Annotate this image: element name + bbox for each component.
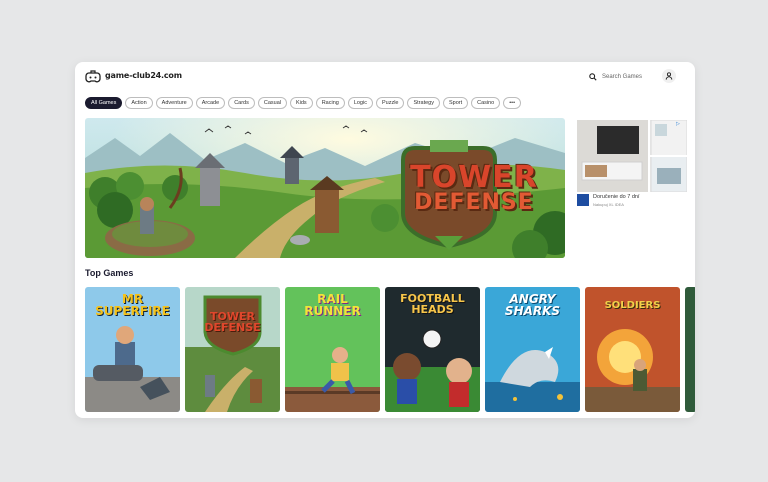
site-header: game-club24.com Search Games	[75, 62, 695, 92]
ad-subtitle: Nakupuj XL IDEA	[593, 202, 624, 207]
game-title: MR SUPERFIRE	[95, 292, 170, 318]
chip-action[interactable]: Action	[125, 97, 153, 109]
site-name[interactable]: game-club24.com	[105, 71, 182, 80]
game-tile-mr-superfire[interactable]: MR SUPERFIRE	[85, 287, 180, 412]
hero-title-line2: DEFENSE	[414, 190, 534, 215]
ad-furniture-image	[577, 120, 687, 192]
game-tile-tower-defense[interactable]: TOWER DEFENSE	[185, 287, 280, 412]
game-tile-rail-runner[interactable]: RAIL RUNNER	[285, 287, 380, 412]
game-title: SOLDIERS	[604, 300, 661, 311]
chip-strategy[interactable]: Strategy	[407, 97, 440, 109]
browser-window: game-club24.com Search Games All Games A…	[75, 62, 695, 418]
chip-arcade[interactable]: Arcade	[195, 97, 226, 109]
top-games-heading: Top Games	[85, 268, 134, 278]
chip-casual[interactable]: Casual	[257, 97, 287, 109]
game-tile-football-heads[interactable]: FOOTBALL HEADS	[385, 287, 480, 412]
game-title: TOWER DEFENSE	[204, 310, 261, 334]
game-title: FOOTBALL HEADS	[400, 292, 465, 316]
advertiser-logo	[577, 194, 589, 206]
top-games-list: MR SUPERFIRE TOWER DEFENSE RAIL RUNNER F…	[85, 287, 695, 412]
game-tile-angry-sharks[interactable]: ANGRY SHARKS	[485, 287, 580, 412]
category-chips: All Games Action Adventure Arcade Cards …	[85, 97, 522, 109]
game-title: ANGRY SHARKS	[504, 292, 561, 318]
user-account-button[interactable]	[662, 69, 676, 83]
chip-cards[interactable]: Cards	[228, 97, 255, 109]
tower-defense-tile-artwork	[185, 287, 280, 412]
more-categories-button[interactable]: •••	[503, 97, 522, 109]
chip-adventure[interactable]: Adventure	[155, 97, 193, 109]
ad-choices-icon[interactable]: ▷	[676, 121, 680, 127]
search-input[interactable]: Search Games	[602, 74, 642, 80]
ad-title[interactable]: Doručenie do 7 dní	[593, 194, 639, 200]
chip-all-games[interactable]: All Games	[85, 97, 123, 109]
chip-racing[interactable]: Racing	[315, 97, 345, 109]
search-box[interactable]: Search Games	[589, 70, 642, 84]
advertisement[interactable]: ▷ Doručenie do 7 dní Nakupuj XL IDEA	[577, 120, 687, 210]
chip-sport[interactable]: Sport	[442, 97, 469, 109]
featured-game-banner[interactable]: TOWER DEFENSE	[85, 118, 565, 258]
chip-kids[interactable]: Kids	[289, 97, 313, 109]
game-tile-soldiers[interactable]: SOLDIERS	[585, 287, 680, 412]
chip-puzzle[interactable]: Puzzle	[375, 97, 405, 109]
gamepad-logo-icon[interactable]	[85, 70, 101, 84]
game-tile-partial[interactable]	[685, 287, 695, 412]
user-icon	[665, 72, 673, 80]
chip-logic[interactable]: Logic	[347, 97, 373, 109]
game-title: RAIL RUNNER	[304, 292, 361, 318]
search-icon	[589, 73, 597, 81]
chip-casino[interactable]: Casino	[471, 97, 501, 109]
